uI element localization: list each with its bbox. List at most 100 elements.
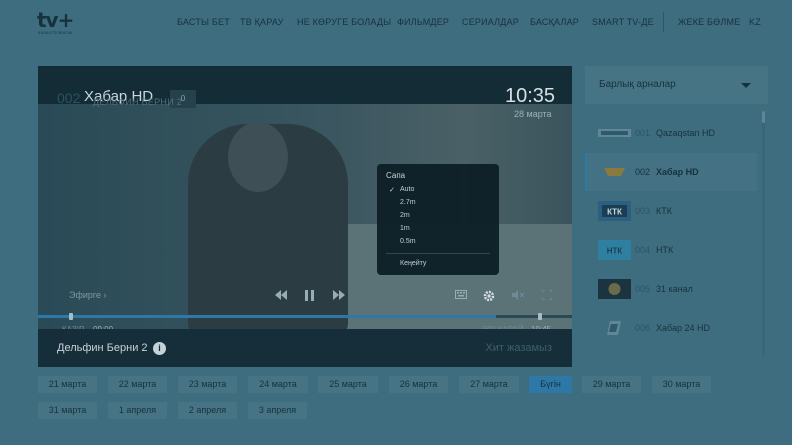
quality-option-2-7m[interactable]: 2.7m (400, 199, 416, 206)
channel-logo-ktk: КТК (598, 201, 631, 221)
channel-number: 004 (635, 245, 651, 255)
channel-number: 005 (635, 284, 651, 294)
channel-category-label: Барлық арналар (599, 79, 676, 90)
channel-item[interactable]: 001 Qazaqstan HD (585, 114, 757, 152)
channel-name: 31 канал (656, 284, 693, 294)
channel-logo-khabar-24 (607, 321, 621, 335)
channel-number: 006 (635, 323, 651, 333)
program-info-bar: Дельфин Берни 2 i Хит жазамыз (38, 329, 572, 367)
program-end-marker (538, 313, 542, 320)
date-button[interactable]: 3 апреля (248, 402, 307, 419)
date-button-today[interactable]: Бүгін (529, 376, 572, 393)
nav-language[interactable]: KZ (749, 17, 761, 27)
nav-smart-tv[interactable]: SMART TV-ДЕ (592, 17, 654, 27)
channel-logo-khabar (604, 168, 625, 176)
date-button[interactable]: 24 марта (248, 376, 308, 393)
channel-name: Хабар 24 HD (656, 323, 710, 333)
date-button[interactable]: 22 марта (108, 376, 167, 393)
quality-menu: Сапа ✓ Auto 2.7m 2m 1m 0.5m Кеңейту (377, 164, 499, 275)
quality-option-auto[interactable]: Auto (400, 186, 414, 193)
go-live-label: Эфирге (69, 290, 101, 300)
mute-button[interactable] (512, 290, 525, 303)
next-program-title: Хит жазамыз (485, 342, 552, 354)
fullscreen-icon (541, 289, 553, 301)
channel-category-select[interactable]: Барлық арналар (585, 66, 768, 104)
date-button[interactable]: 26 марта (389, 376, 448, 393)
fullscreen-button[interactable] (541, 289, 553, 303)
date-button[interactable]: 21 марта (38, 376, 97, 393)
info-icon[interactable]: i (153, 342, 166, 355)
channel-item[interactable]: КТК 003 КТК (585, 192, 757, 230)
channel-number: 003 (635, 206, 651, 216)
check-icon: ✓ (389, 187, 395, 194)
channel-name: КТК (656, 206, 672, 216)
logo-subtitle: КАЗАХТЕЛЕКОМ (38, 30, 73, 35)
rewind-icon (275, 290, 287, 300)
settings-button[interactable] (483, 290, 495, 305)
channel-logo-ntk: НТК (598, 240, 631, 260)
quality-advanced-option[interactable]: Кеңейту (400, 260, 426, 267)
date-button[interactable]: 2 апреля (178, 402, 237, 419)
clock-date: 28 марта (514, 109, 552, 119)
chevron-right-icon: › (103, 290, 107, 300)
nav-series[interactable]: СЕРИАЛДАР (462, 17, 519, 27)
player-top-overlay: 002 Хабар HD 0 ДЕЛЬФИН БЕРНИ 2 10:35 28 … (38, 66, 572, 119)
go-live-button[interactable]: Эфирге › (69, 290, 107, 300)
quality-option-2m[interactable]: 2m (400, 212, 410, 219)
svg-text:НТК: НТК (607, 247, 623, 256)
channels-scrollbar-thumb[interactable] (762, 111, 765, 123)
nav-home[interactable]: БАСТЫ БЕТ (177, 17, 230, 27)
forward-button[interactable] (333, 290, 345, 303)
channel-item[interactable]: НТК 004 НТК (585, 231, 757, 269)
channel-item[interactable]: 006 Хабар 24 HD (585, 309, 757, 347)
tv-plus-logo[interactable]: tv+ КАЗАХТЕЛЕКОМ (37, 8, 81, 38)
progress-fill (38, 315, 496, 318)
quality-menu-title: Сапа (386, 171, 406, 180)
program-start-marker (69, 313, 73, 320)
nav-movies[interactable]: ФИЛЬМДЕР (397, 17, 449, 27)
nav-divider (663, 12, 664, 32)
keyboard-icon (455, 290, 467, 299)
channel-name: Хабар HD (656, 167, 699, 177)
nav-watch-tv[interactable]: ТВ ҚАРАУ (240, 17, 284, 27)
date-button[interactable]: 23 марта (178, 376, 237, 393)
quality-option-0-5m[interactable]: 0.5m (400, 238, 416, 245)
quality-option-1m[interactable]: 1m (400, 225, 410, 232)
forward-icon (333, 290, 345, 300)
nav-what-to-watch[interactable]: НЕ КӨРУГЕ БОЛАДЫ (297, 17, 391, 27)
subtitles-button[interactable] (455, 290, 467, 302)
rewind-button[interactable] (275, 290, 287, 303)
date-button[interactable]: 30 марта (652, 376, 711, 393)
channel-name: Qazaqstan HD (656, 128, 716, 138)
channel-name: НТК (656, 245, 674, 255)
channels-panel: Барлық арналар 001 Qazaqstan HD 002 Хаба… (585, 66, 768, 366)
pause-button[interactable] (305, 290, 315, 304)
logo-text: tv (37, 8, 59, 32)
channel-number: 002 (635, 167, 651, 177)
volume-mute-icon (512, 290, 525, 300)
nav-other[interactable]: БАСҚАЛАР (530, 17, 579, 27)
video-scene-head (228, 122, 288, 192)
date-button[interactable]: 25 марта (318, 376, 378, 393)
channel-number: 001 (635, 128, 651, 138)
quality-menu-divider (386, 253, 490, 254)
date-button[interactable]: 27 марта (459, 376, 519, 393)
channel-item-active[interactable]: 002 Хабар HD (585, 153, 757, 191)
channel-logo-qazaqstan (598, 129, 631, 137)
gear-icon (483, 290, 495, 302)
current-channel-number: 002 (57, 90, 81, 106)
header: tv+ КАЗАХТЕЛЕКОМ БАСТЫ БЕТ ТВ ҚАРАУ НЕ К… (0, 0, 792, 46)
logo-plus: + (57, 8, 75, 32)
pause-icon (305, 290, 314, 301)
program-overlay-title: ДЕЛЬФИН БЕРНИ 2 (93, 97, 183, 107)
channel-item[interactable]: 005 31 канал (585, 270, 757, 308)
date-button[interactable]: 29 марта (582, 376, 641, 393)
svg-text:КТК: КТК (607, 208, 622, 217)
chevron-down-icon (741, 83, 751, 88)
date-button[interactable]: 1 апреля (108, 402, 167, 419)
date-button[interactable]: 31 марта (38, 402, 97, 419)
nav-account[interactable]: ЖЕКЕ БӨЛМЕ (678, 17, 740, 27)
program-title: Дельфин Берни 2 (57, 342, 148, 354)
channels-scrollbar[interactable] (762, 111, 765, 356)
channel-logo-31-kanal (598, 279, 631, 299)
